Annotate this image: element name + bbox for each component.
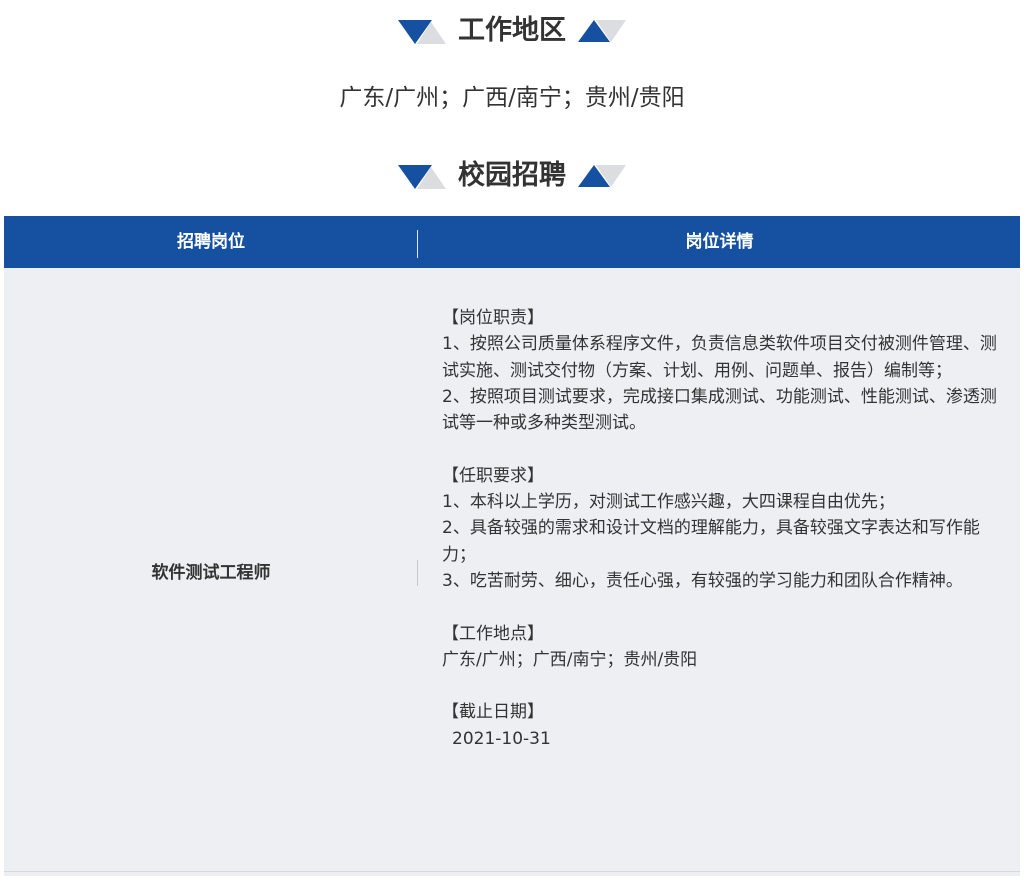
deadline-value: 2021-10-31 <box>452 728 551 749</box>
section-heading-campus: 校园招聘 <box>0 162 1024 189</box>
requirement-item: 1、本科以上学历，对测试工作感兴趣，大四课程自由优先； <box>442 492 895 513</box>
location-title: 【工作地点】 <box>442 623 544 644</box>
section-title: 校园招聘 <box>458 160 566 191</box>
decorative-up-triangles-icon <box>578 163 626 189</box>
header-position: 招聘岗位 <box>177 232 245 252</box>
duties-title: 【岗位职责】 <box>442 308 544 328</box>
requirement-item: 3、吃苦耐劳、细心，责任心强，有较强的学习能力和团队合作精神。 <box>442 570 963 591</box>
work-area-locations: 广东/广州；广西/南宁；贵州/贵阳 <box>339 85 685 111</box>
decorative-down-triangles-icon <box>398 163 446 189</box>
location-value: 广东/广州；广西/南宁；贵州/贵阳 <box>442 649 698 670</box>
section-title: 工作地区 <box>458 15 566 46</box>
table-header: 招聘岗位 岗位详情 <box>4 216 1020 268</box>
section-heading-work-area: 工作地区 <box>0 17 1024 44</box>
decorative-down-triangles-icon <box>398 18 446 44</box>
requirements-title: 【任职要求】 <box>442 465 544 486</box>
duty-item: 1、按照公司质量体系程序文件，负责信息类软件项目交付被测件管理、测试实施、测试交… <box>442 334 997 381</box>
position-name: 软件测试工程师 <box>151 563 271 583</box>
job-table: 招聘岗位 岗位详情 软件测试工程师 【岗位职责】 1、按照公司质量体系程序文件，… <box>4 216 1020 876</box>
header-divider <box>417 230 418 258</box>
position-details: 【岗位职责】 1、按照公司质量体系程序文件，负责信息类软件项目交付被测件管理、测… <box>442 305 1010 752</box>
requirement-item: 2、具备较强的需求和设计文档的理解能力，具备较强文字表达和写作能力； <box>442 518 980 565</box>
table-bottom-border <box>4 871 1020 872</box>
duty-item: 2、按照项目测试要求，完成接口集成测试、功能测试、性能测试、渗透测试等一种或多种… <box>442 386 997 434</box>
header-details: 岗位详情 <box>685 232 754 252</box>
decorative-up-triangles-icon <box>578 18 626 44</box>
cell-divider <box>417 560 418 586</box>
deadline-title: 【截止日期】 <box>442 702 544 723</box>
